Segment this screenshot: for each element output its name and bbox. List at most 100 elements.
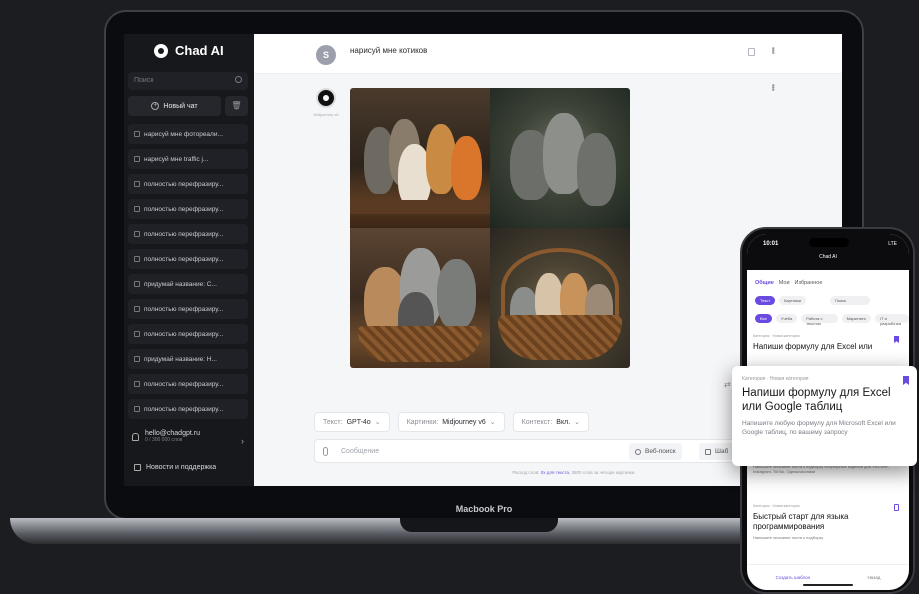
chat-list: нарисуй мне фотореали... нарисуй мне tra…: [128, 124, 248, 424]
search-input[interactable]: Поиск: [128, 72, 248, 90]
popup-desc: Напишите любую формулу для Microsoft Exc…: [742, 420, 896, 436]
usage-note-link[interactable]: 0х для текста: [541, 470, 569, 475]
generated-image[interactable]: [490, 228, 630, 368]
user-message-text: нарисуй мне котиков: [350, 46, 428, 55]
trash-icon: 🗑: [231, 101, 242, 110]
card-meta: Категория · Новая категория: [753, 334, 800, 338]
home-indicator: [803, 584, 853, 586]
context-value: Вкл.: [556, 418, 571, 426]
chat-item-label: полностью перефразиру...: [144, 305, 224, 313]
user-avatar: S: [316, 45, 336, 65]
attach-icon[interactable]: [323, 447, 328, 456]
chat-item[interactable]: придумай название: С...: [128, 274, 248, 294]
news-label: Новости и поддержка: [146, 464, 217, 471]
phone-template-card[interactable]: Категория · Новая категория Напиши форму…: [753, 334, 903, 368]
bot-name: Midjourney v6: [313, 112, 339, 117]
back-button[interactable]: Назад: [867, 575, 880, 580]
card-desc: Напишите описание поста к подборку: [753, 535, 824, 540]
account-text: hello@chadgpt.ru 0 / 300 000 слов: [145, 430, 200, 443]
new-chat-button[interactable]: + Новый чат: [128, 96, 221, 116]
account-info[interactable]: hello@chadgpt.ru 0 / 300 000 слов: [132, 430, 200, 443]
model-selectors: Текст: GPT-4o ⌄ Картинки: Midjourney v6 ⌄ Ко…: [314, 412, 590, 432]
copy-icon[interactable]: [748, 48, 755, 56]
card-title: Напиши формулу для Excel или: [753, 342, 873, 351]
phone-bottom-bar: Создать шаблон Назад: [747, 564, 909, 590]
app-logo[interactable]: Chad AI: [154, 43, 224, 58]
phone-mode-pill[interactable]: Текст: [755, 296, 776, 305]
news-icon: [134, 464, 141, 471]
generated-image[interactable]: [350, 88, 490, 228]
chat-item[interactable]: придумай название: Н...: [128, 349, 248, 369]
chat-item[interactable]: нарисуй мне фотореали...: [128, 124, 248, 144]
chevron-down-icon: ⌄: [574, 419, 581, 426]
account-email: hello@chadgpt.ru: [145, 430, 200, 437]
app-name: Chad AI: [175, 43, 224, 58]
chat-icon: [134, 406, 140, 412]
chat-item[interactable]: нарисуй мне traffic j...: [128, 149, 248, 169]
templates-button[interactable]: Шаб: [699, 443, 735, 460]
chat-item-label: полностью перефразиру...: [144, 255, 224, 263]
chat-item-label: придумай название: Н...: [144, 355, 217, 363]
chat-icon: [134, 181, 140, 187]
phone-filter[interactable]: Маркетинг: [841, 314, 872, 323]
message-placeholder: Сообщение: [341, 448, 380, 455]
chat-item-label: полностью перефразиру...: [144, 380, 224, 388]
chat-item[interactable]: полностью перефразиру...: [128, 199, 248, 219]
chat-item-label: полностью перефразиру...: [144, 330, 224, 338]
phone-tab[interactable]: Мои: [779, 280, 790, 286]
bookmark-icon[interactable]: [903, 376, 909, 385]
chevron-right-icon[interactable]: ›: [241, 436, 244, 446]
laptop-notch: [400, 518, 558, 532]
more-icon[interactable]: •••: [768, 84, 778, 90]
phone-mode-pill[interactable]: Картинки: [779, 296, 807, 305]
templates-label: Шаб: [715, 448, 729, 455]
image-model-select[interactable]: Картинки: Midjourney v6 ⌄: [397, 412, 505, 432]
new-chat-label: Новый чат: [163, 102, 198, 110]
plus-icon: +: [151, 102, 160, 110]
phone-tabs: Общие Мои Избранное: [755, 280, 822, 286]
chad-logo-icon: [154, 43, 168, 58]
phone-tab[interactable]: Общие: [755, 280, 774, 286]
create-template-button[interactable]: Создать шаблон: [776, 575, 811, 580]
chat-icon: [134, 331, 140, 337]
bot-avatar: [316, 88, 336, 108]
generated-image[interactable]: [350, 228, 490, 368]
popup-meta: Категория · Новая категория: [742, 376, 809, 382]
phone-filter[interactable]: Все: [755, 314, 772, 323]
chat-icon: [134, 356, 140, 362]
template-popup-card[interactable]: Категория · Новая категория Напиши форму…: [732, 366, 917, 466]
phone-filter[interactable]: Учёба: [775, 314, 798, 323]
phone-filter[interactable]: Работа с текстом: [801, 314, 838, 326]
chat-item[interactable]: полностью перефразиру...: [128, 399, 248, 419]
more-icon[interactable]: •••: [768, 47, 778, 53]
chat-icon: [134, 131, 140, 137]
phone-filter[interactable]: IT и разработка: [875, 314, 909, 326]
chevron-down-icon: ⌄: [374, 419, 381, 426]
share-icon[interactable]: ⇄: [724, 380, 731, 389]
chat-item[interactable]: полностью перефразиру...: [128, 224, 248, 244]
bookmark-icon[interactable]: [894, 504, 899, 511]
delete-chats-button[interactable]: 🗑: [225, 96, 248, 116]
chat-item[interactable]: полностью перефразиру...: [128, 324, 248, 344]
search-placeholder: Поиск: [134, 77, 154, 84]
web-search-label: Веб-поиск: [645, 448, 676, 455]
card-title: Быстрый старт для языка программирования: [753, 512, 849, 531]
chat-item[interactable]: полностью перефразиру...: [128, 299, 248, 319]
text-model-select[interactable]: Текст: GPT-4o ⌄: [314, 412, 390, 432]
generated-image[interactable]: [490, 88, 630, 228]
chevron-down-icon: ⌄: [489, 419, 496, 426]
chat-icon: [134, 306, 140, 312]
phone-tab[interactable]: Избранное: [795, 280, 823, 286]
context-select[interactable]: Контекст: Вкл. ⌄: [512, 412, 590, 432]
usage-note-pre: Расход слов:: [512, 470, 540, 475]
chat-item[interactable]: полностью перефразиру...: [128, 174, 248, 194]
phone-search[interactable]: Поиск: [830, 296, 871, 305]
chat-item[interactable]: полностью перефразиру...: [128, 374, 248, 394]
phone-template-card[interactable]: Категория · Новая категория Быстрый стар…: [753, 504, 903, 564]
chat-item[interactable]: полностью перефразиру...: [128, 249, 248, 269]
globe-icon: [635, 448, 641, 455]
news-support-link[interactable]: Новости и поддержка: [134, 464, 216, 471]
web-search-button[interactable]: Веб-поиск: [629, 443, 682, 460]
chat-item-label: полностью перефразиру...: [144, 405, 224, 413]
dynamic-island: [809, 238, 849, 247]
